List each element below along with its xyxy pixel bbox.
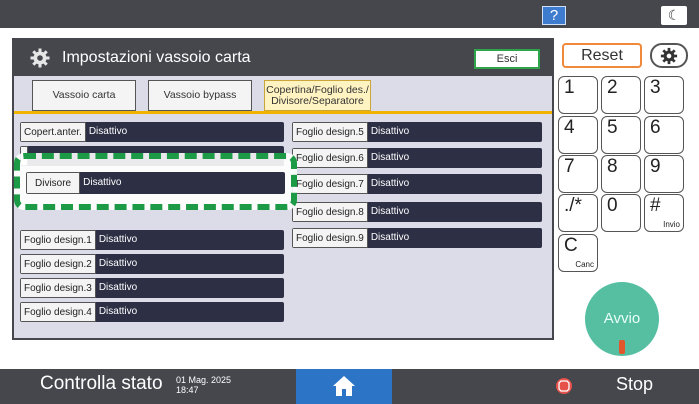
setting-value: Disattivo: [95, 302, 284, 322]
tab-cover-divider[interactable]: Copertina/Foglio des./ Divisore/Separato…: [264, 80, 371, 111]
key-label: 0: [607, 195, 618, 216]
setting-label: Foglio design.9: [292, 228, 368, 248]
setting-row-design-5[interactable]: Foglio design.5 Disattivo: [292, 122, 542, 142]
setting-row-design-9[interactable]: Foglio design.9 Disattivo: [292, 228, 542, 248]
setting-value: Disattivo: [367, 148, 542, 168]
stop-icon: [556, 378, 572, 394]
setting-value: Disattivo: [367, 122, 542, 142]
setting-label: Foglio design.2: [20, 254, 96, 274]
stop-button[interactable]: Stop: [616, 374, 653, 395]
energy-saver-button[interactable]: ☾: [661, 6, 687, 25]
key-hash-enter[interactable]: # Invio: [644, 194, 684, 232]
gear-icon: [30, 48, 50, 68]
setting-row-design-1[interactable]: Foglio design.1 Disattivo: [20, 230, 284, 250]
setting-label: Foglio design.6: [292, 148, 368, 168]
setting-value: Disattivo: [367, 174, 542, 194]
setting-label: Foglio design.3: [20, 278, 96, 298]
setting-value: Disattivo: [95, 254, 284, 274]
time-text: 18:47: [176, 385, 199, 395]
key-9[interactable]: 9: [644, 155, 684, 193]
check-status-button[interactable]: Controlla stato: [40, 373, 163, 395]
top-status-bar: ? ☾: [0, 0, 699, 28]
active-tab-underline: [14, 111, 552, 114]
setting-label: Divisore: [26, 172, 81, 194]
key-label: 2: [607, 77, 618, 98]
settings-button[interactable]: [650, 43, 688, 68]
key-8[interactable]: 8: [601, 155, 641, 193]
bottom-bar: Controlla stato 01 Mag. 2025 18:47 Stop: [0, 369, 699, 404]
help-button[interactable]: ?: [542, 6, 566, 25]
key-2[interactable]: 2: [601, 76, 641, 114]
setting-label: Foglio design.1: [20, 230, 96, 250]
setting-label: Foglio design.5: [292, 122, 368, 142]
key-5[interactable]: 5: [601, 116, 641, 154]
setting-value: Disattivo: [367, 228, 542, 248]
key-label: 4: [564, 117, 575, 138]
setting-row-design-3[interactable]: Foglio design.3 Disattivo: [20, 278, 284, 298]
key-4[interactable]: 4: [558, 116, 598, 154]
key-label: 6: [650, 117, 661, 138]
key-3[interactable]: 3: [644, 76, 684, 114]
tab-paper-tray[interactable]: Vassoio carta: [32, 80, 136, 111]
key-1[interactable]: 1: [558, 76, 598, 114]
setting-row-design-8[interactable]: Foglio design.8 Disattivo: [292, 202, 542, 222]
key-label: ./*: [564, 195, 582, 216]
key-label: 9: [650, 156, 661, 177]
setting-label: Foglio design.8: [292, 202, 368, 222]
setting-row-front-cover[interactable]: Copert.anter. Disattivo: [20, 122, 284, 142]
key-label: #: [650, 195, 661, 216]
key-label: 8: [607, 156, 618, 177]
setting-value: Disattivo: [95, 230, 284, 250]
start-indicator-light: [619, 340, 625, 354]
key-label: C: [564, 235, 578, 256]
setting-row-design-7[interactable]: Foglio design.7 Disattivo: [292, 174, 542, 194]
home-button[interactable]: [296, 369, 392, 404]
setting-value: Disattivo: [85, 122, 284, 142]
setting-row-divider[interactable]: Divisore Disattivo: [26, 172, 285, 194]
date-time: 01 Mag. 2025 18:47: [176, 375, 231, 395]
date-text: 01 Mag. 2025: [176, 375, 232, 385]
key-sublabel: Invio: [663, 220, 680, 229]
reset-button[interactable]: Reset: [562, 43, 642, 68]
key-label: 3: [650, 77, 661, 98]
setting-row-design-4[interactable]: Foglio design.4 Disattivo: [20, 302, 284, 322]
key-dot-star[interactable]: ./*: [558, 194, 598, 232]
key-clear[interactable]: C Canc: [558, 234, 598, 272]
key-6[interactable]: 6: [644, 116, 684, 154]
key-sublabel: Canc: [575, 260, 594, 269]
setting-row-design-2[interactable]: Foglio design.2 Disattivo: [20, 254, 284, 274]
setting-value: Disattivo: [95, 278, 284, 298]
exit-button[interactable]: Esci: [474, 49, 540, 69]
setting-label: Foglio design.4: [20, 302, 96, 322]
stop-hand-icon: [558, 380, 570, 392]
page-title: Impostazioni vassoio carta: [62, 49, 251, 66]
setting-label: Foglio design.7: [292, 174, 368, 194]
setting-value: Disattivo: [367, 202, 542, 222]
key-label: 5: [607, 117, 618, 138]
setting-value: Disattivo: [80, 172, 285, 194]
home-icon: [333, 376, 355, 396]
gear-icon: [660, 47, 678, 65]
key-label: 1: [564, 77, 575, 98]
key-label: 7: [564, 156, 575, 177]
setting-label: Copert.anter.: [20, 122, 86, 142]
key-0[interactable]: 0: [601, 194, 641, 232]
key-7[interactable]: 7: [558, 155, 598, 193]
setting-row-design-6[interactable]: Foglio design.6 Disattivo: [292, 148, 542, 168]
printer-control-panel: ? ☾ Impostazioni vassoio carta Esci Vass…: [0, 0, 699, 404]
tab-bypass-tray[interactable]: Vassoio bypass: [148, 80, 252, 111]
panel-header: Impostazioni vassoio carta Esci: [14, 40, 552, 76]
